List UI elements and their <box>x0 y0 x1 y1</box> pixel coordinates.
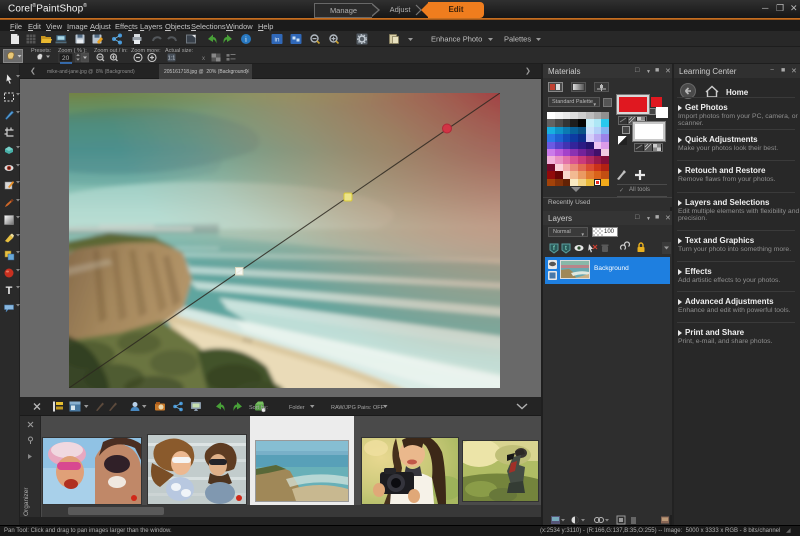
svg-text:Organizer: Organizer <box>23 487 30 516</box>
svg-text:in: in <box>274 37 279 44</box>
svg-text:Folder: Folder <box>289 405 305 411</box>
svg-text:Sort by:: Sort by: <box>249 405 268 411</box>
svg-text:T: T <box>6 285 13 297</box>
svg-text:1:1: 1:1 <box>168 56 176 62</box>
svg-text:RAW/JPG Pairs: OFF: RAW/JPG Pairs: OFF <box>331 405 385 411</box>
svg-text:x: x <box>202 56 205 62</box>
svg-text:20: 20 <box>62 55 70 62</box>
svg-text:i: i <box>245 36 247 44</box>
svg-text:Palettes: Palettes <box>504 35 531 44</box>
svg-text:Enhance Photo: Enhance Photo <box>431 35 482 44</box>
